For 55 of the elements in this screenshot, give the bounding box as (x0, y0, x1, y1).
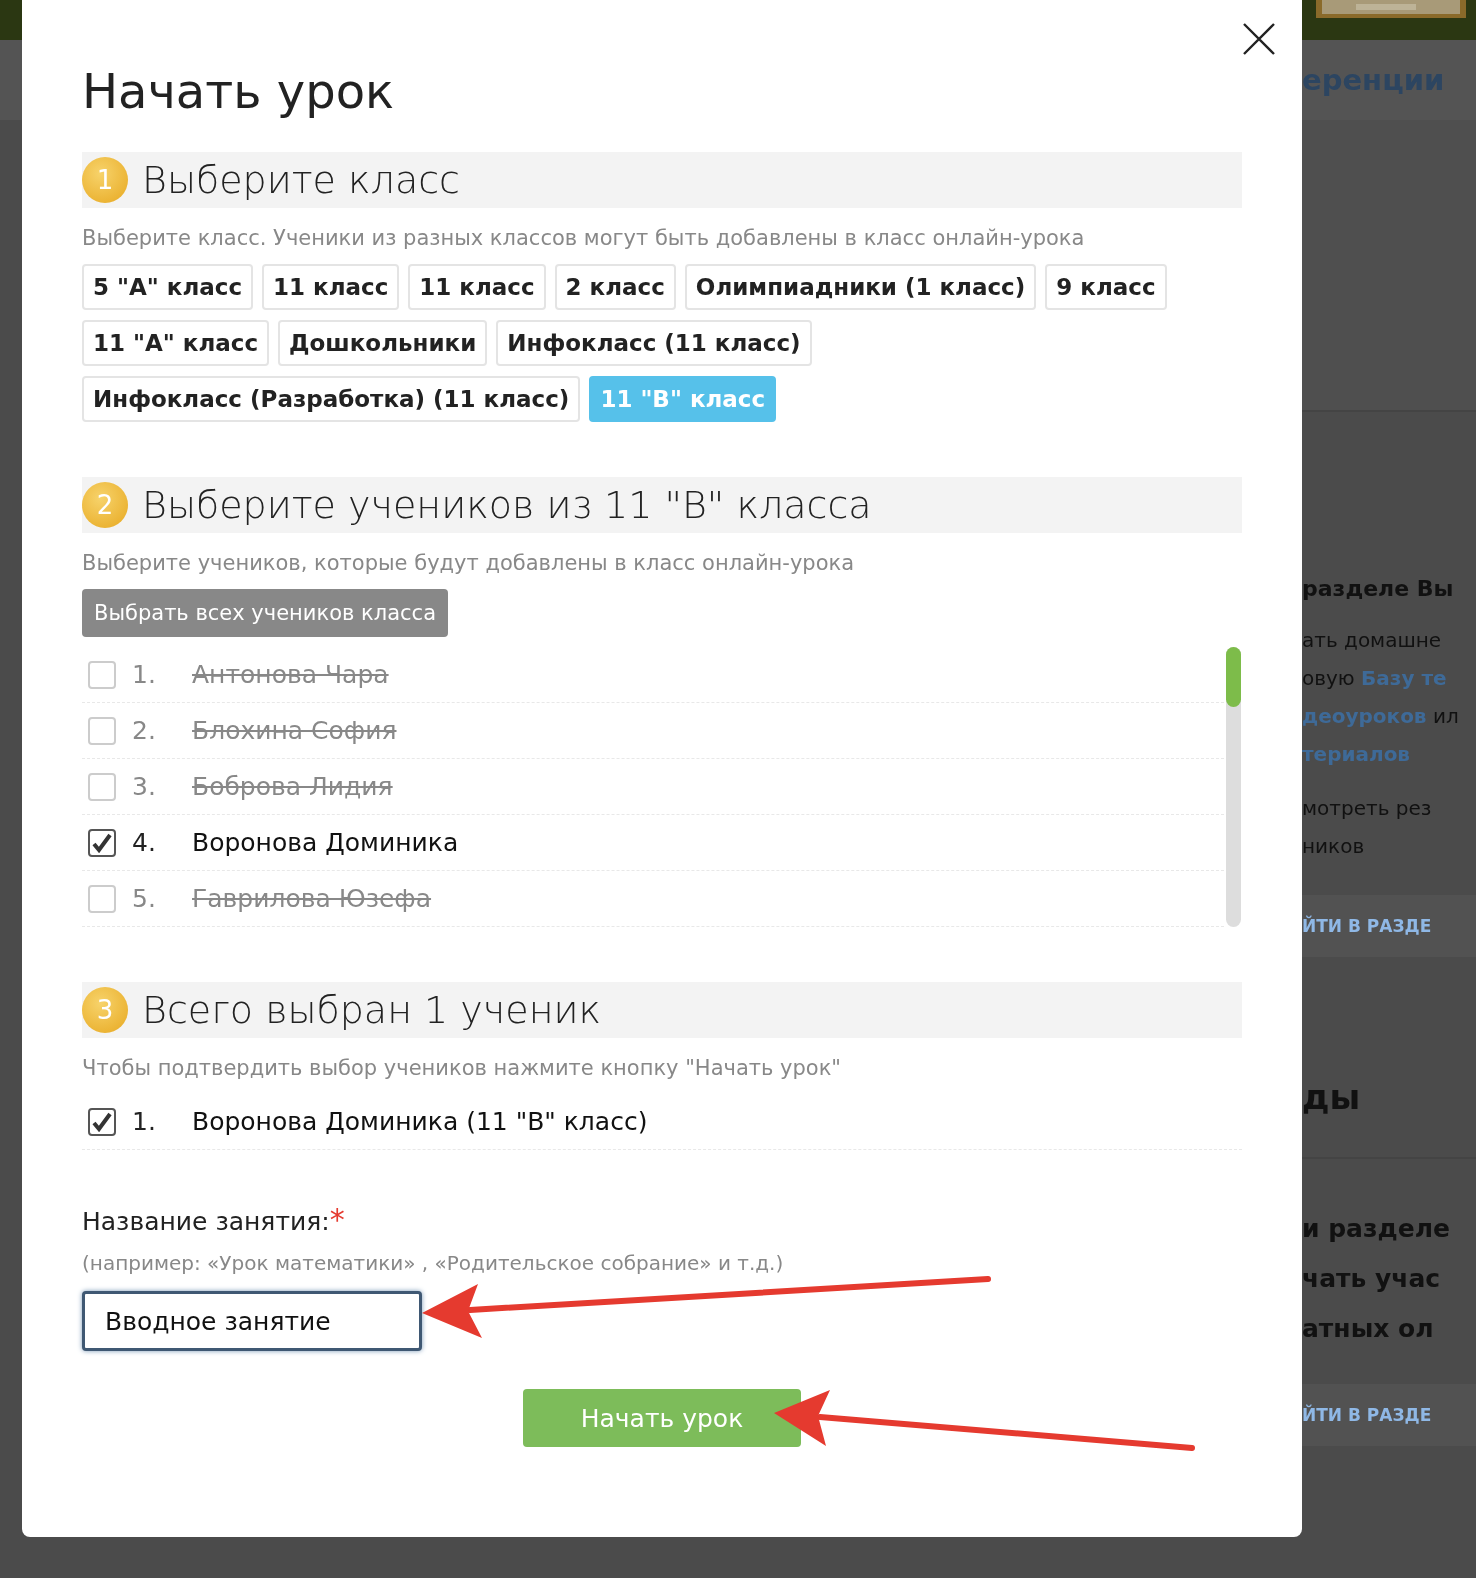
step-title: Всего выбран 1 ученик (142, 988, 602, 1032)
checkbox[interactable] (88, 828, 116, 857)
step-hint: Выберите учеников, которые будут добавлены в класс онлайн-урока (82, 551, 856, 575)
student-name: Воронова Доминика (192, 828, 459, 857)
page-text-fragment[interactable]: ЙТИ В РАЗДЕ (1302, 895, 1476, 957)
class-chip[interactable]: Дошкольники (278, 320, 488, 366)
page-text-fragment: деоуроков ил (1302, 703, 1460, 730)
close-icon[interactable] (1242, 22, 1276, 56)
class-chip[interactable]: Инфокласс (Разработка) (11 класс) (82, 376, 581, 422)
student-name: Боброва Лидия (192, 772, 393, 801)
page-text-fragment: мотреть рез (1302, 795, 1433, 822)
select-all-button[interactable]: Выбрать всех учеников класса (82, 589, 449, 637)
class-chip[interactable]: 2 класс (554, 264, 676, 310)
class-chip[interactable]: 11 "А" класс (82, 320, 270, 366)
student-name: Гаврилова Юзефа (192, 884, 432, 913)
dialog-title: Начать урок (82, 62, 395, 121)
required-mark: * (329, 1202, 345, 1237)
student-name: Воронова Доминика (11 "В" класс) (192, 1107, 648, 1136)
page-text-fragment: разделе Вы (1302, 576, 1455, 601)
page-text-fragment: ать домашне (1302, 627, 1443, 654)
step-hint: Выберите класс. Ученики из разных классов могут быть добавлены в класс онлайн-урока (82, 226, 1086, 250)
page-text-fragment: териалов (1302, 741, 1412, 768)
page-text-fragment[interactable]: ЙТИ В РАЗДЕ (1302, 1384, 1476, 1446)
row-number: 4. (132, 828, 157, 857)
row-number: 1. (132, 660, 157, 689)
row-number: 3. (132, 772, 157, 801)
step-number: 3 (82, 987, 128, 1033)
field-hint: (например: «Урок математики» , «Родительское собрание» и т.д.) (82, 1251, 785, 1275)
page-text-fragment: овую Базу те (1302, 665, 1448, 692)
class-chip[interactable]: Инфокласс (11 класс) (496, 320, 812, 366)
row-number: 1. (132, 1107, 157, 1136)
step-title: Выберите класс (142, 158, 460, 202)
class-chip[interactable]: 11 класс (408, 264, 546, 310)
field-label: Название занятия: (82, 1207, 330, 1236)
student-name: Антонова Чара (192, 660, 389, 689)
row-number: 2. (132, 716, 157, 745)
checkbox[interactable] (88, 1107, 116, 1136)
page-text-fragment: чать учас (1302, 1263, 1442, 1295)
step-number: 2 (82, 482, 128, 528)
student-name: Блохина София (192, 716, 397, 745)
step-title: Выберите учеников из 11 "В" класса (142, 483, 872, 527)
class-chip[interactable]: 11 класс (262, 264, 400, 310)
class-chip[interactable]: Олимпиадники (1 класс) (684, 264, 1037, 310)
class-chip[interactable]: 5 "А" класс (82, 264, 254, 310)
step-hint: Чтобы подтвердить выбор учеников нажмите кнопку "Начать урок" (82, 1056, 842, 1080)
page-text-fragment: и разделе (1302, 1213, 1451, 1245)
class-chip[interactable]: 9 класс (1045, 264, 1167, 310)
page-text-fragment: ников (1302, 833, 1366, 860)
row-number: 5. (132, 884, 157, 913)
page-text-fragment: атных ол (1302, 1313, 1435, 1345)
lesson-name-field[interactable]: Вводное занятие (82, 1291, 422, 1351)
page-text-fragment: ды (1302, 1077, 1476, 1159)
header-bar (0, 0, 22, 40)
scrollbar[interactable] (1226, 647, 1241, 927)
step-number: 1 (82, 157, 128, 203)
